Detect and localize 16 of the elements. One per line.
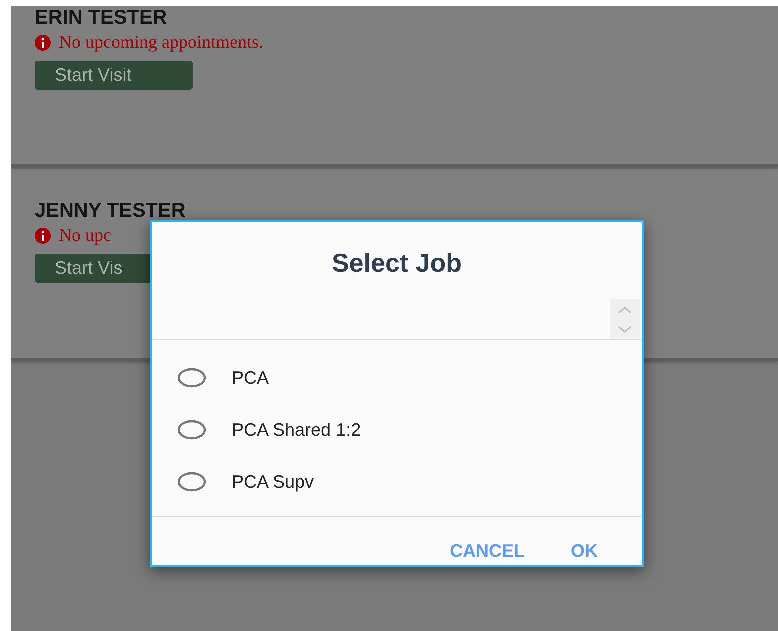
job-option[interactable]: PCA [152,352,642,404]
info-icon [35,34,51,50]
appointment-message: No upc [59,225,112,246]
dialog-action-button[interactable]: CANCEL [442,537,533,566]
job-option[interactable]: PCA Shared 1:2 [152,404,642,456]
radio-icon[interactable] [178,368,206,388]
info-icon [35,228,51,244]
appointment-message: No upcoming appointments. [59,32,264,53]
start-visit-button[interactable]: Start Visit [35,61,193,90]
job-option[interactable]: PCA Supv [152,456,642,508]
radio-icon[interactable] [178,420,206,440]
dialog-title: Select Job [332,248,462,279]
radio-icon[interactable] [178,472,206,492]
patient-name: JENNY TESTER [35,199,186,223]
dialog-action-button[interactable]: OK [563,537,606,566]
patient-name: ERIN TESTER [35,6,168,30]
